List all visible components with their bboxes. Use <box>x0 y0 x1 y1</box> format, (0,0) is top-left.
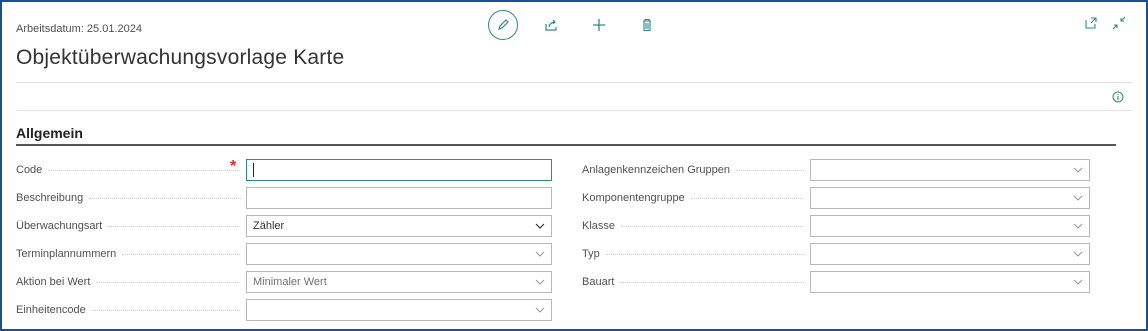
card-page: Arbeitsdatum: 25.01.2024 Objektüberwachu… <box>0 0 1148 331</box>
field-row-code: Code * <box>16 156 556 184</box>
field-row-asset-id-groups: Anlagenkennzeichen Gruppen <box>582 156 1120 184</box>
field-label: Klasse <box>582 220 804 232</box>
field-row-schedule-numbers: Terminplannummern <box>16 240 556 268</box>
component-group-select[interactable] <box>810 187 1090 209</box>
field-label: Überwachungsart <box>16 220 241 232</box>
chevron-down-icon <box>1073 195 1083 201</box>
asset-id-groups-select[interactable] <box>810 159 1090 181</box>
field-label: Anlagenkennzeichen Gruppen <box>582 164 804 176</box>
field-row-construction: Bauart <box>582 268 1120 296</box>
collapse-button[interactable] <box>1112 16 1126 35</box>
chevron-down-icon <box>535 223 545 229</box>
edit-button[interactable] <box>488 10 518 40</box>
section-general-title[interactable]: Allgemein <box>16 125 83 141</box>
field-label: Terminplannummern <box>16 248 241 260</box>
chevron-down-icon <box>1073 279 1083 285</box>
open-new-window-button[interactable] <box>1084 16 1098 35</box>
field-label: Bauart <box>582 276 804 288</box>
chevron-down-icon <box>1073 223 1083 229</box>
new-button[interactable] <box>584 10 614 40</box>
monitoring-type-select[interactable]: Zähler <box>246 215 552 237</box>
field-label: Beschreibung <box>16 192 241 204</box>
section-underline <box>16 144 1116 146</box>
work-date: Arbeitsdatum: 25.01.2024 <box>16 23 142 35</box>
field-row-monitoring-type: Überwachungsart Zähler <box>16 212 556 240</box>
unit-code-select[interactable] <box>246 299 552 321</box>
description-input[interactable] <box>246 187 552 209</box>
field-label: Komponentengruppe <box>582 192 804 204</box>
chevron-down-icon <box>535 307 545 313</box>
field-row-type: Typ <box>582 240 1120 268</box>
field-row-component-group: Komponentengruppe <box>582 184 1120 212</box>
schedule-numbers-select[interactable] <box>246 243 552 265</box>
trash-icon <box>643 18 651 32</box>
construction-select[interactable] <box>810 271 1090 293</box>
field-label: Code <box>16 164 241 176</box>
select-value: Zähler <box>253 220 285 232</box>
action-toolbar <box>488 10 680 40</box>
header-divider <box>16 82 1132 83</box>
chevron-down-icon <box>535 279 545 285</box>
code-input[interactable] <box>246 159 552 181</box>
field-label: Typ <box>582 248 804 260</box>
factbox-divider <box>16 110 1132 111</box>
right-field-column: Anlagenkennzeichen Gruppen Komponentengr… <box>582 156 1120 296</box>
action-on-value-select[interactable]: Minimaler Wert <box>246 271 552 293</box>
field-row-action-on-value: Aktion bei Wert Minimaler Wert <box>16 268 556 296</box>
delete-button[interactable] <box>632 10 662 40</box>
class-select[interactable] <box>810 215 1090 237</box>
field-row-class: Klasse <box>582 212 1120 240</box>
plus-icon <box>593 19 605 31</box>
left-field-column: Code * Beschreibung Überwachungsart Zähl… <box>16 156 556 324</box>
type-select[interactable] <box>810 243 1090 265</box>
edit-icon <box>498 19 509 30</box>
field-label: Aktion bei Wert <box>16 276 241 288</box>
window-controls <box>1084 16 1126 35</box>
field-row-unit-code: Einheitencode <box>16 296 556 324</box>
chevron-down-icon <box>1073 251 1083 257</box>
field-row-description: Beschreibung <box>16 184 556 212</box>
page-title: Objektüberwachungsvorlage Karte <box>16 46 345 69</box>
required-indicator: * <box>230 158 237 175</box>
share-button[interactable] <box>536 10 566 40</box>
select-value: Minimaler Wert <box>253 276 327 288</box>
field-label: Einheitencode <box>16 304 241 316</box>
info-button[interactable] <box>1112 90 1124 108</box>
collapse-icon <box>1112 16 1126 30</box>
chevron-down-icon <box>535 251 545 257</box>
open-in-new-window-icon <box>1085 17 1097 29</box>
share-icon <box>545 19 557 31</box>
chevron-down-icon <box>1073 167 1083 173</box>
info-icon <box>1112 91 1124 103</box>
